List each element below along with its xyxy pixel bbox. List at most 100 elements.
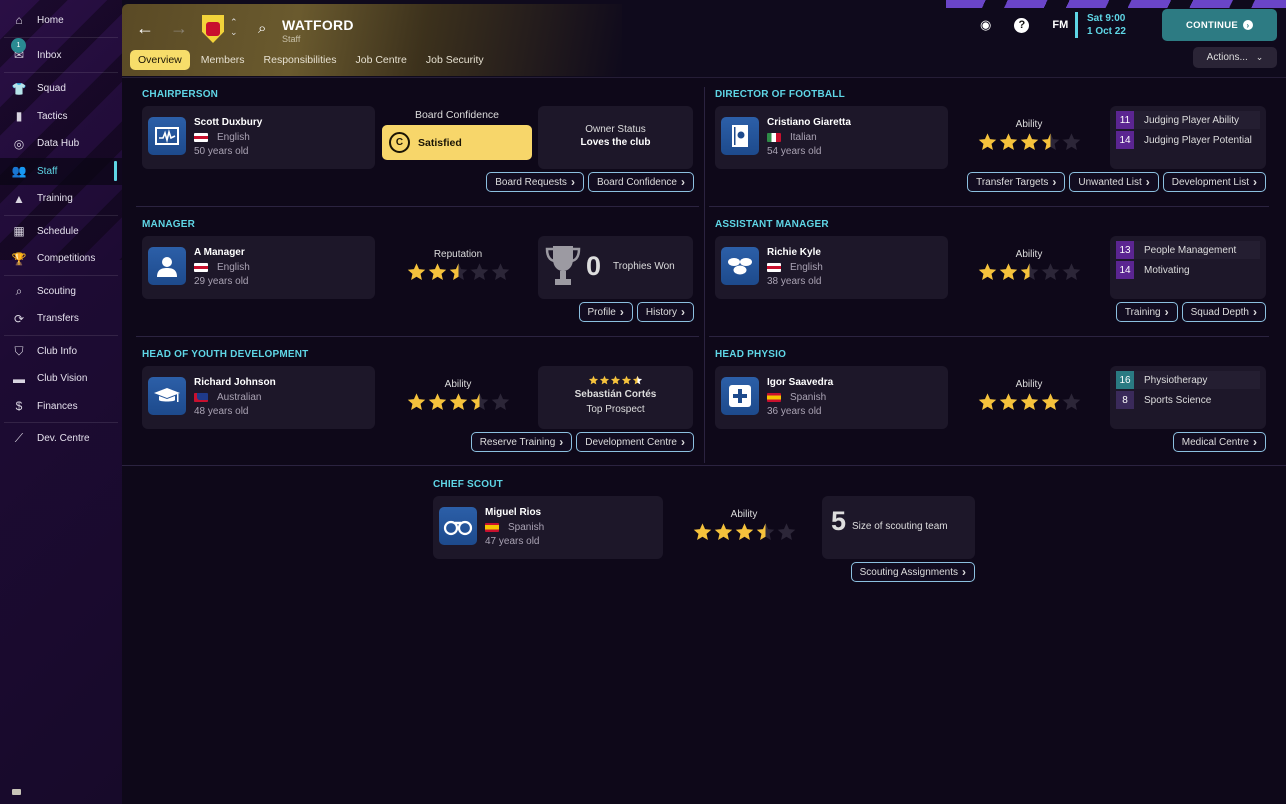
sidebar-item-label: Home <box>37 14 64 26</box>
star-full-icon <box>1040 392 1061 413</box>
star-rating <box>378 392 538 413</box>
star-full-icon <box>998 132 1019 153</box>
star-full-icon <box>977 392 998 413</box>
star-full-icon <box>1019 392 1040 413</box>
sidebar-item-label: Inbox <box>37 49 62 61</box>
button-row: TrainingSquad Depth <box>1112 302 1266 322</box>
development-centre-button[interactable]: Development Centre <box>576 432 694 452</box>
ability-rating: Ability <box>378 366 538 413</box>
sidebar-item-data-hub[interactable]: ◎ Data Hub <box>0 130 122 158</box>
star-full-icon <box>977 132 998 153</box>
tab-members[interactable]: Members <box>193 50 253 70</box>
sidebar-item-label: Squad <box>37 83 66 95</box>
club-switch-icon[interactable]: ⌃ ⌄ <box>230 17 238 37</box>
profile-button[interactable]: Profile <box>578 302 633 322</box>
unwanted-list-button[interactable]: Unwanted List <box>1069 172 1159 192</box>
tab-bar: Overview Members Responsibilities Job Centr… <box>130 50 495 70</box>
transfer-targets-button[interactable]: Transfer Targets <box>967 172 1066 192</box>
person-card[interactable]: Richard Johnson Australian 48 years old <box>142 366 375 429</box>
board-confidence-button[interactable]: Board Confidence <box>587 172 694 192</box>
column-divider <box>704 87 705 463</box>
fm-menu-button[interactable]: FM <box>1052 19 1068 31</box>
user-icon <box>148 247 186 285</box>
screen-toggle-icon[interactable] <box>12 789 21 795</box>
club-crest[interactable] <box>202 15 224 43</box>
star-half-icon <box>1019 262 1040 283</box>
person-card[interactable]: Richie Kyle English 38 years old <box>715 236 948 299</box>
nationality: Italian <box>767 132 817 143</box>
sidebar-item-squad[interactable]: 👕 Squad <box>0 75 122 103</box>
assistant-manager-section: ASSISTANT MANAGER Richie Kyle English 38… <box>715 219 1266 334</box>
star-full-icon <box>406 262 427 283</box>
sidebar-item-staff[interactable]: 👥 Staff <box>0 157 122 185</box>
tab-overview[interactable]: Overview <box>130 50 190 70</box>
sidebar-item-dev-centre[interactable]: ⟋ Dev. Centre <box>0 425 122 453</box>
person-name[interactable]: Miguel Rios <box>485 507 541 518</box>
person-card[interactable]: Scott Duxbury English 50 years old <box>142 106 375 169</box>
person-name[interactable]: Cristiano Giaretta <box>767 117 851 128</box>
star-full-icon <box>406 392 427 413</box>
squad-depth-button[interactable]: Squad Depth <box>1181 302 1266 322</box>
tab-responsibilities[interactable]: Responsibilities <box>256 50 345 70</box>
rating-label: Ability <box>1015 249 1043 260</box>
sidebar-item-home[interactable]: ⌂ Home <box>0 5 122 35</box>
sidebar-item-competitions[interactable]: 🏆 Competitions <box>0 245 122 273</box>
sidebar: ⌂ Home ✉ 1 Inbox 👕 Squad ▮ Tactics ◎ Data Hub 👥 Staf… <box>0 0 122 804</box>
person-card[interactable]: A Manager English 29 years old <box>142 236 375 299</box>
help-icon[interactable]: ? <box>1014 17 1030 33</box>
prospect-name[interactable]: Sebastián Cortés <box>538 389 693 400</box>
star-rating <box>664 522 824 543</box>
person-card[interactable]: Igor Saavedra Spanish 36 years old <box>715 366 948 429</box>
person-name[interactable]: A Manager <box>194 247 245 258</box>
sidebar-item-club-vision[interactable]: ▬ Club Vision <box>0 365 122 393</box>
header-decoration <box>946 0 1286 8</box>
sidebar-item-inbox[interactable]: ✉ 1 Inbox <box>0 38 122 70</box>
medical-centre-button[interactable]: Medical Centre <box>1172 432 1266 452</box>
prospect-star-rating <box>538 375 693 386</box>
history-button[interactable]: History <box>636 302 694 322</box>
ability-rating: Ability <box>664 496 824 543</box>
training-button[interactable]: Training <box>1115 302 1178 322</box>
sidebar-item-tactics[interactable]: ▮ Tactics <box>0 103 122 131</box>
owner-status-card: Owner Status Loves the club <box>538 106 693 169</box>
attribute-value: 13 <box>1116 241 1134 259</box>
sidebar-item-transfers[interactable]: ⟳ Transfers <box>0 305 122 333</box>
sidebar-item-scouting[interactable]: ⌕ Scouting <box>0 278 122 306</box>
star-empty-icon <box>1061 132 1082 153</box>
sidebar-item-training[interactable]: ▲ Training <box>0 185 122 213</box>
head-of-youth-section: HEAD OF YOUTH DEVELOPMENT Richard Johnso… <box>142 349 694 464</box>
sidebar-item-label: Scouting <box>37 285 76 297</box>
person-card[interactable]: Miguel Rios Spanish 47 years old <box>433 496 663 559</box>
board-confidence-badge[interactable]: C Satisfied <box>382 125 532 160</box>
tactics-icon: ▮ <box>15 109 23 124</box>
row-divider <box>136 336 699 337</box>
club-header: ← → ⌃ ⌄ ⌕ WATFORD Staff Overview Members Re… <box>122 4 622 76</box>
scouting-assignments-button[interactable]: Scouting Assignments <box>850 562 975 582</box>
development-list-button[interactable]: Development List <box>1162 172 1266 192</box>
star-full-icon <box>998 262 1019 283</box>
back-arrow-icon[interactable]: ← <box>136 18 154 39</box>
person-name[interactable]: Richard Johnson <box>194 377 276 388</box>
actions-dropdown[interactable]: Actions... ⌄ <box>1193 47 1277 68</box>
star-full-icon <box>610 375 621 386</box>
forward-arrow-icon[interactable]: → <box>170 18 188 39</box>
top-prospect-card[interactable]: Sebastián Cortés Top Prospect <box>538 366 693 429</box>
board-requests-button[interactable]: Board Requests <box>486 172 584 192</box>
attribute-label: People Management <box>1144 244 1237 256</box>
continue-button[interactable]: CONTINUE › <box>1162 9 1277 41</box>
person-name[interactable]: Scott Duxbury <box>194 117 262 128</box>
reserve-training-button[interactable]: Reserve Training <box>470 432 573 452</box>
sidebar-item-schedule[interactable]: ▦ Schedule <box>0 218 122 246</box>
tab-job-centre[interactable]: Job Centre <box>347 50 414 70</box>
search-icon: ⌕ <box>15 283 23 298</box>
person-card[interactable]: Cristiano Giaretta Italian 54 years old <box>715 106 948 169</box>
person-name[interactable]: Richie Kyle <box>767 247 821 258</box>
globe-icon[interactable]: ◉ <box>980 17 991 33</box>
transfers-icon: ⟳ <box>13 311 25 326</box>
search-icon[interactable]: ⌕ <box>258 20 266 37</box>
person-name[interactable]: Igor Saavedra <box>767 377 833 388</box>
tab-job-security[interactable]: Job Security <box>418 50 492 70</box>
row-divider <box>709 336 1269 337</box>
sidebar-item-finances[interactable]: $ Finances <box>0 393 122 421</box>
sidebar-item-club-info[interactable]: ⛉ Club Info <box>0 338 122 366</box>
